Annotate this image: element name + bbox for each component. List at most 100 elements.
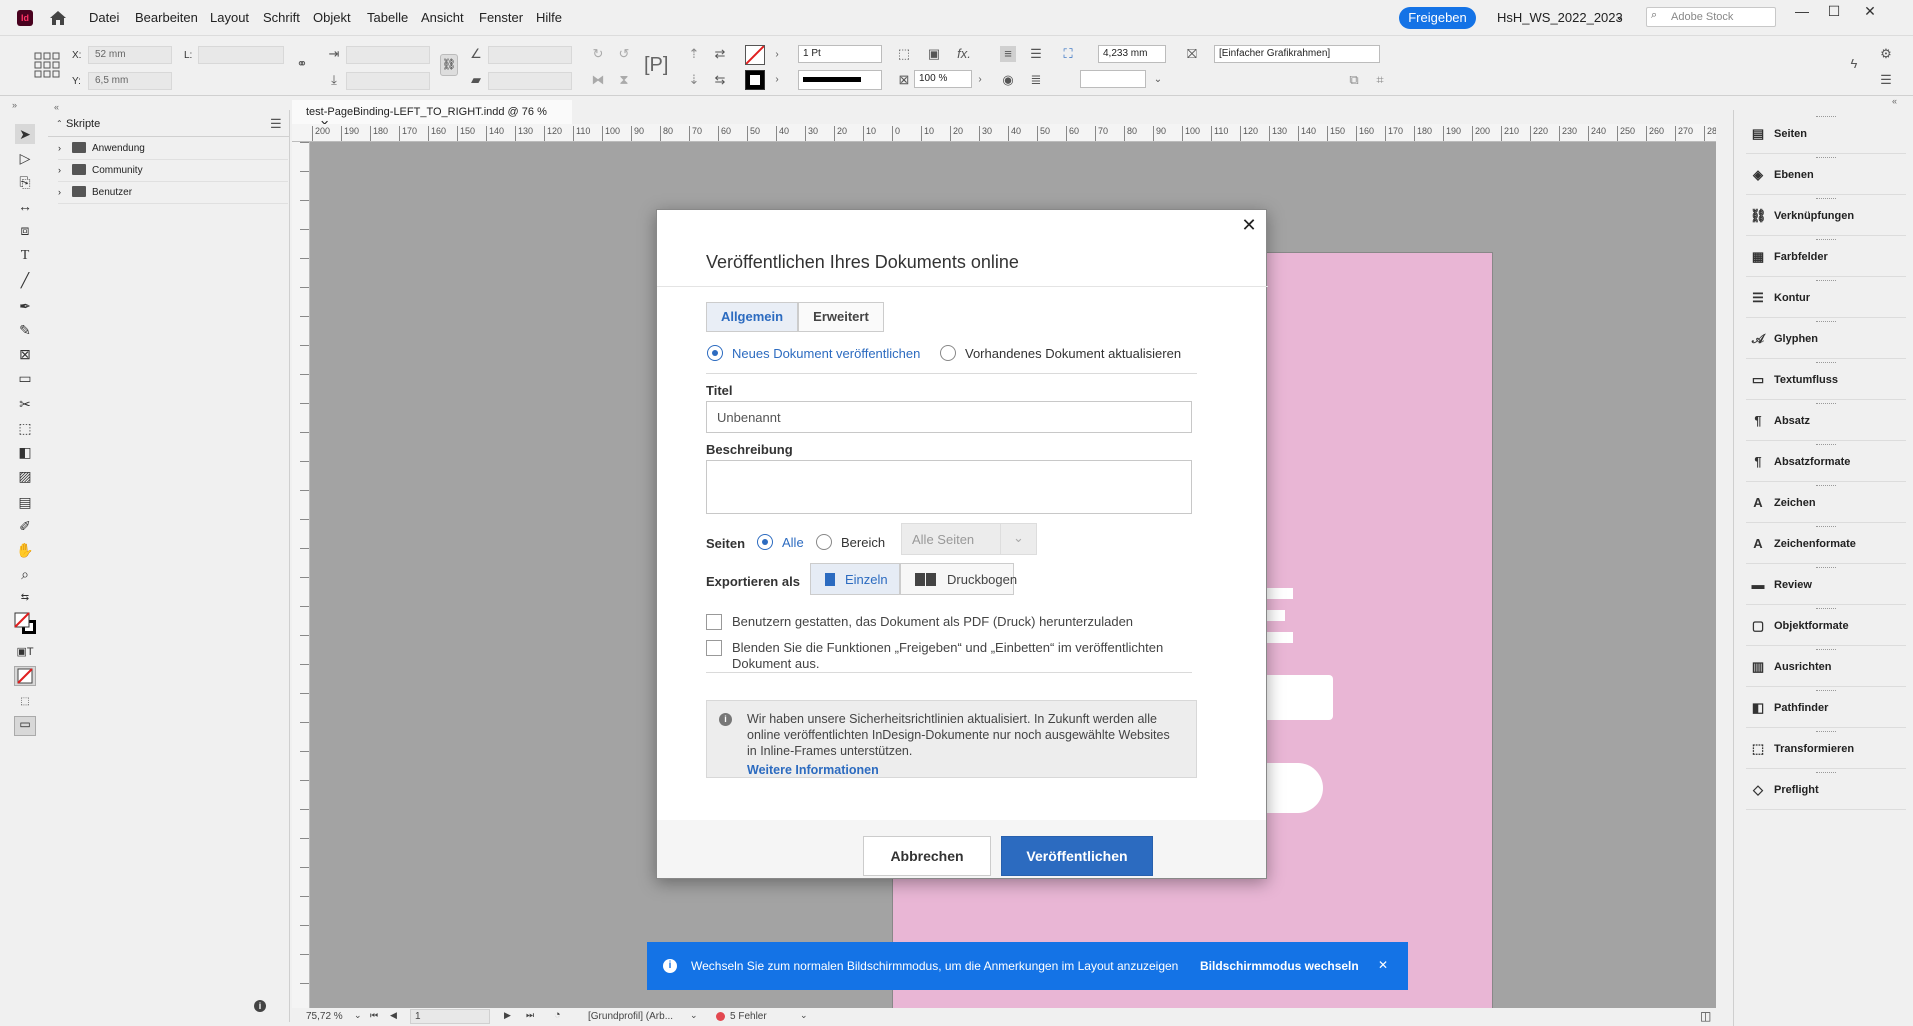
chevron-right-icon[interactable]: › bbox=[58, 187, 61, 197]
gradient-feather-tool-icon[interactable]: ▨ bbox=[15, 466, 35, 486]
gap-field[interactable]: 4,233 mm bbox=[1098, 45, 1166, 63]
collapse-icon[interactable]: » bbox=[12, 100, 17, 110]
tab-advanced[interactable]: Erweitert bbox=[798, 302, 884, 332]
more-info-link[interactable]: Weitere Informationen bbox=[747, 763, 879, 777]
fill-none-icon[interactable] bbox=[745, 45, 765, 65]
flip-horizontal-icon[interactable]: ⧓ bbox=[590, 72, 606, 88]
selection-tool-icon[interactable]: ➤ bbox=[15, 124, 35, 144]
close-icon[interactable]: ✕ bbox=[1238, 215, 1260, 237]
select-next-icon[interactable]: ⇆ bbox=[712, 72, 728, 88]
minimize-icon[interactable]: — bbox=[1790, 3, 1814, 21]
radio-update-document-label[interactable]: Vorhandenes Dokument aktualisieren bbox=[965, 346, 1181, 361]
chevron-right-icon[interactable]: › bbox=[769, 72, 785, 88]
hide-share-embed-checkbox[interactable] bbox=[706, 640, 722, 656]
panel-collapse-chevron-icon[interactable]: ⌃ bbox=[56, 119, 63, 128]
reference-point-icon[interactable] bbox=[34, 52, 60, 78]
panel-kontur[interactable]: ☰ Kontur bbox=[1746, 278, 1906, 318]
scale-y-icon[interactable]: ⤓ bbox=[326, 72, 342, 88]
rectangle-frame-tool-icon[interactable]: ⊠ bbox=[15, 344, 35, 364]
pages-range-select[interactable]: Alle Seiten ⌄ bbox=[901, 523, 1037, 555]
switch-screen-mode-link[interactable]: Bildschirmmodus wechseln bbox=[1200, 959, 1359, 973]
panel-menu-icon[interactable]: ☰ bbox=[270, 116, 282, 132]
panel-glyphen[interactable]: 𝒜 Glyphen bbox=[1746, 319, 1906, 359]
gap-tool-icon[interactable]: ⛶ bbox=[1060, 46, 1076, 62]
menu-layout[interactable]: Layout bbox=[210, 10, 249, 25]
flip-vertical-icon[interactable]: ⧗ bbox=[616, 72, 632, 88]
gap-tool-icon[interactable]: ↔ bbox=[15, 196, 35, 216]
link-icon[interactable]: ⛓ bbox=[440, 54, 458, 76]
gradient-tool-icon[interactable]: ◧ bbox=[15, 442, 35, 462]
zoom-tool-icon[interactable]: ⌕ bbox=[15, 564, 35, 584]
allow-pdf-download-checkbox[interactable] bbox=[706, 614, 722, 630]
constrain-proportions-icon[interactable]: ⚭ bbox=[294, 56, 310, 72]
menu-datei[interactable]: Datei bbox=[89, 10, 119, 25]
formatting-affects-container-icon[interactable]: ▣T bbox=[15, 642, 35, 662]
fit-content-icon[interactable]: ▣ bbox=[926, 46, 942, 62]
chevron-right-icon[interactable]: › bbox=[58, 165, 61, 175]
pencil-tool-icon[interactable]: ✎ bbox=[15, 320, 35, 340]
info-icon[interactable]: i bbox=[254, 1000, 266, 1012]
window-close-icon[interactable]: ✕ bbox=[1858, 3, 1882, 21]
swap-fill-stroke-icon[interactable]: ⇆ bbox=[15, 588, 35, 608]
error-count[interactable]: 5 Fehler bbox=[730, 1011, 767, 1022]
x-position-field[interactable]: 52 mm bbox=[88, 46, 172, 64]
stroke-black-icon[interactable] bbox=[745, 70, 765, 90]
panel-textumfluss[interactable]: ▭ Textumfluss bbox=[1746, 360, 1906, 400]
line-tool-icon[interactable]: ╱ bbox=[15, 270, 35, 290]
align-text-left-icon[interactable]: ≡ bbox=[1000, 46, 1016, 62]
chevron-down-icon[interactable]: ⌄ bbox=[354, 1010, 362, 1021]
cloud-document-name[interactable]: HsH_WS_2022_2023 bbox=[1497, 10, 1623, 25]
export-single-button[interactable]: Einzeln bbox=[810, 563, 900, 595]
eyedropper-tool-icon[interactable]: ✐ bbox=[15, 516, 35, 536]
chevron-down-icon[interactable]: ⌄ bbox=[690, 1010, 698, 1021]
document-tab[interactable]: test-PageBinding-LEFT_TO_RIGHT.indd @ 76… bbox=[292, 100, 572, 131]
stroke-weight-select[interactable]: 1 Pt bbox=[798, 45, 882, 63]
content-collector-icon[interactable]: ⧈ bbox=[15, 220, 35, 240]
export-spread-button[interactable]: Druckbogen bbox=[900, 563, 1017, 595]
stock-search-input[interactable]: Adobe Stock bbox=[1646, 7, 1776, 27]
direct-selection-tool-icon[interactable]: ▷ bbox=[15, 148, 35, 168]
radio-pages-range[interactable] bbox=[816, 534, 832, 550]
rectangle-tool-icon[interactable]: ▭ bbox=[15, 368, 35, 388]
direction-icon[interactable]: [P] bbox=[644, 54, 668, 77]
object-style-select[interactable]: [Einfacher Grafikrahmen] bbox=[1214, 45, 1380, 63]
title-input[interactable]: Unbenannt bbox=[706, 401, 1192, 433]
script-folder-community[interactable]: › Community bbox=[58, 161, 288, 182]
panel-pathfinder[interactable]: ◧ Pathfinder bbox=[1746, 688, 1906, 728]
apply-none-icon[interactable] bbox=[14, 666, 36, 686]
description-input[interactable] bbox=[706, 460, 1192, 514]
panel-zeichen[interactable]: A Zeichen bbox=[1746, 483, 1906, 523]
width-field[interactable] bbox=[198, 46, 284, 64]
frame-fitting-icon[interactable]: ⬚ bbox=[896, 46, 912, 62]
chevron-down-icon[interactable]: ⌄ bbox=[1615, 10, 1624, 23]
collapse-icon[interactable]: « bbox=[54, 102, 59, 112]
share-button[interactable]: Freigeben bbox=[1399, 7, 1476, 29]
previous-page-icon[interactable]: ◀ bbox=[390, 1010, 397, 1021]
close-icon[interactable]: ✕ bbox=[1378, 958, 1388, 972]
pen-tool-icon[interactable]: ✒ bbox=[15, 296, 35, 316]
next-page-icon[interactable]: ▶ bbox=[504, 1010, 511, 1021]
shear-field[interactable] bbox=[488, 72, 572, 90]
select-container-icon[interactable]: ⇡ bbox=[686, 46, 702, 62]
note-tool-icon[interactable]: ▤ bbox=[15, 492, 35, 512]
vertical-ruler[interactable] bbox=[292, 142, 310, 1008]
tab-general[interactable]: Allgemein bbox=[706, 302, 798, 332]
rotate-angle-icon[interactable]: ∠ bbox=[468, 46, 484, 62]
y-position-field[interactable]: 6,5 mm bbox=[88, 72, 172, 90]
scale-y-field[interactable] bbox=[346, 72, 430, 90]
menu-ansicht[interactable]: Ansicht bbox=[421, 10, 464, 25]
script-folder-benutzer[interactable]: › Benutzer bbox=[58, 183, 288, 204]
baseline-grid-icon[interactable]: ≣ bbox=[1028, 72, 1044, 88]
horizontal-ruler[interactable]: 200 190 180 170 160 150 140 130 120 110 100 90 80 70 6… bbox=[292, 124, 1716, 142]
menu-schrift[interactable]: Schrift bbox=[263, 10, 300, 25]
text-wrap-icon[interactable]: ◉ bbox=[1000, 72, 1016, 88]
opacity-field[interactable]: 100 % bbox=[914, 70, 972, 88]
view-mode-icon[interactable]: ⬚ bbox=[15, 692, 35, 712]
type-tool-icon[interactable]: T bbox=[15, 246, 35, 266]
maximize-icon[interactable]: ☐ bbox=[1822, 3, 1846, 21]
hide-share-embed-label[interactable]: Blenden Sie die Funktionen „Freigeben“ u… bbox=[732, 640, 1172, 672]
fill-stroke-swatch-icon[interactable] bbox=[14, 612, 36, 634]
panel-ebenen[interactable]: ◈ Ebenen bbox=[1746, 155, 1906, 195]
style-options-icon[interactable]: ⌗ bbox=[1372, 72, 1388, 88]
panel-transformieren[interactable]: ⬚ Transformieren bbox=[1746, 729, 1906, 769]
